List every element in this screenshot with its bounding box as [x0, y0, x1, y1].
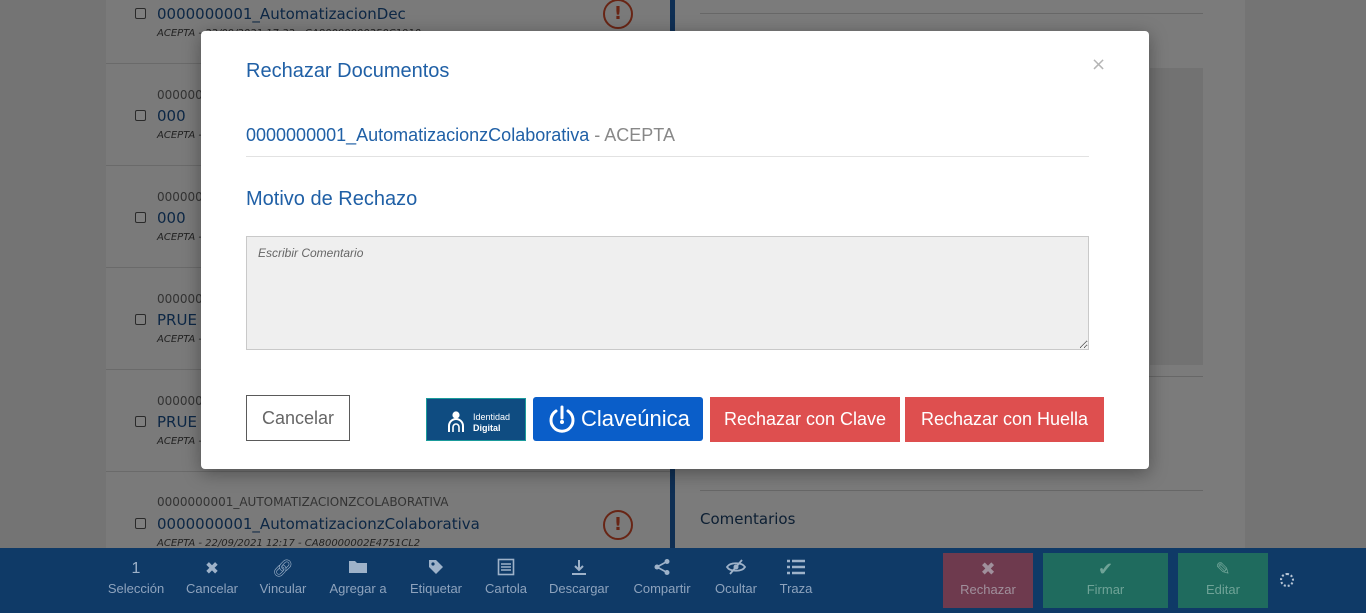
close-icon[interactable]: ×	[1091, 54, 1106, 75]
selection-count: 1 Selección	[104, 558, 168, 596]
tag-icon	[404, 558, 468, 580]
comment-textarea[interactable]	[246, 236, 1089, 350]
selection-number: 1	[131, 560, 141, 577]
document-separator: -	[589, 125, 605, 145]
modal-title: Rechazar Documentos	[246, 60, 450, 82]
trace-tool-button[interactable]: Traza	[774, 558, 818, 596]
cancel-button[interactable]: Cancelar	[246, 395, 350, 441]
list-box-icon	[478, 558, 534, 580]
document-issuer: ACEPTA	[604, 125, 675, 145]
cancel-tool-button[interactable]: ✖ Cancelar	[182, 558, 242, 596]
claveunica-button[interactable]: Claveúnica	[533, 397, 703, 441]
add-to-tool-button[interactable]: Agregar a	[325, 558, 391, 596]
reason-label: Motivo de Rechazo	[246, 188, 418, 210]
download-icon	[545, 558, 613, 580]
pencil-icon: ✎	[1215, 559, 1231, 579]
hide-tool-button[interactable]: Ocultar	[709, 558, 763, 596]
folder-icon	[325, 558, 391, 580]
edit-button[interactable]: ✎ Editar	[1178, 553, 1268, 608]
check-icon: ✔	[1097, 559, 1114, 579]
identidad-digital-button[interactable]: Identidad Digital	[426, 398, 526, 441]
loading-spinner-icon	[1280, 573, 1294, 587]
link-tool-button[interactable]: 🔗︎ Vincular	[254, 558, 312, 596]
reject-with-fingerprint-button[interactable]: Rechazar con Huella	[905, 397, 1104, 442]
cartola-tool-button[interactable]: Cartola	[478, 558, 534, 596]
eye-slash-icon	[709, 558, 763, 580]
share-tool-button[interactable]: Compartir	[627, 558, 697, 596]
close-icon: ✖	[204, 559, 220, 578]
sign-button[interactable]: ✔ Firmar	[1043, 553, 1168, 608]
reject-with-key-button[interactable]: Rechazar con Clave	[710, 397, 900, 442]
power-icon	[549, 405, 575, 433]
reject-button[interactable]: ✖ Rechazar	[943, 553, 1033, 608]
tag-tool-button[interactable]: Etiquetar	[404, 558, 468, 596]
reject-documents-modal: Rechazar Documentos × 0000000001_Automat…	[201, 31, 1149, 469]
document-name: 0000000001_AutomatizacionzColaborativa	[246, 125, 590, 145]
selected-document: 0000000001_AutomatizacionzColaborativa -…	[246, 125, 675, 146]
download-tool-button[interactable]: Descargar	[545, 558, 613, 596]
share-icon	[627, 558, 697, 580]
document-divider	[246, 156, 1089, 157]
claveunica-label: Claveúnica	[581, 406, 690, 431]
link-icon: 🔗︎	[272, 559, 294, 578]
identidad-digital-label: Identidad Digital	[473, 412, 511, 433]
bottom-toolbar: 1 Selección ✖ Cancelar 🔗︎ Vincular Agreg…	[0, 548, 1366, 613]
list-icon	[774, 558, 818, 580]
close-icon: ✖	[980, 559, 996, 579]
identidad-digital-icon	[448, 411, 464, 432]
